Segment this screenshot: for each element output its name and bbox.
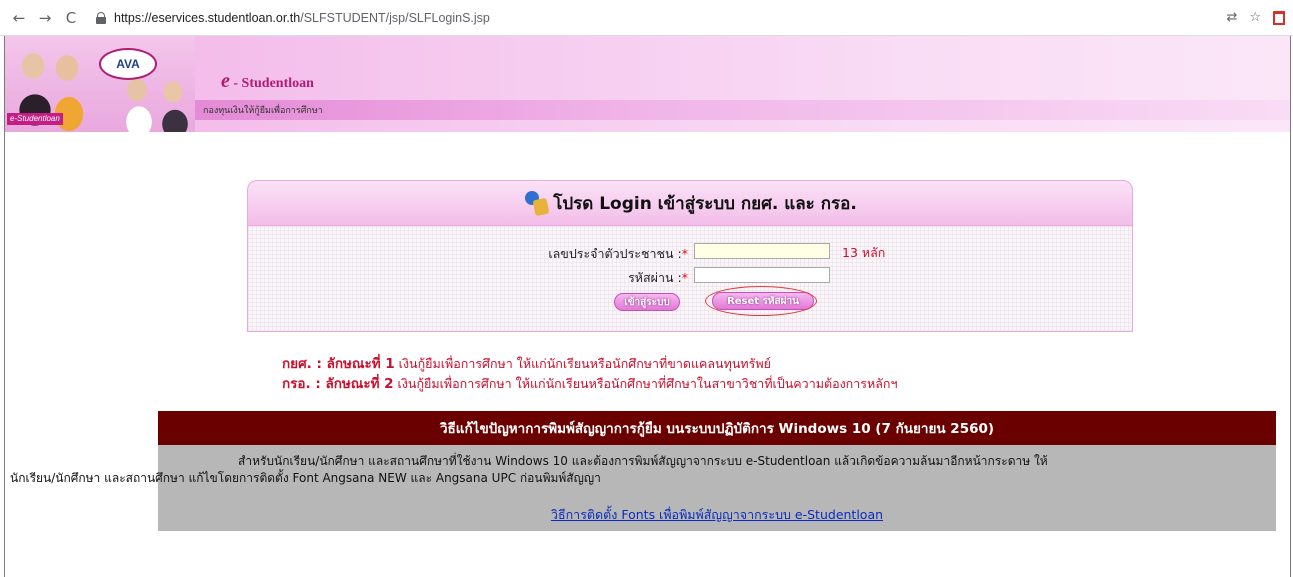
- translate-icon[interactable]: ⇄: [1226, 10, 1237, 25]
- citizen-id-label: เลขประจำตัวประชาชน :*: [438, 244, 688, 264]
- browser-toolbar: ← → C https://eservices.studentloan.or.t…: [0, 0, 1293, 36]
- password-required-mark: *: [681, 270, 688, 285]
- toolbar-right-icons: ⇄ ☆: [1226, 10, 1285, 25]
- forward-button[interactable]: →: [34, 7, 56, 29]
- address-bar[interactable]: https://eservices.studentloan.or.th/SLFS…: [96, 5, 1226, 31]
- notice-line-1: สำหรับนักเรียน/นักศึกษา และสถานศึกษาที่ใ…: [238, 454, 1048, 468]
- info-line-kro-title: กรอ. : ลักษณะที่ 2: [282, 376, 394, 392]
- site-banner: AVA e-Studentloan e - Studentloan กองทุน…: [5, 36, 1290, 132]
- url-host: https://eservices.studentloan.or.th: [114, 10, 301, 25]
- banner-strip: กองทุนเงินให้กู้ยืมเพื่อการศึกษา: [195, 100, 1290, 120]
- install-fonts-link[interactable]: วิธีการติดตั้ง Fonts เพื่อพิมพ์สัญญาจากร…: [158, 505, 1276, 525]
- site-subtitle: กองทุนเงินให้กู้ยืมเพื่อการศึกษา: [203, 106, 323, 116]
- user-key-icon: [523, 191, 549, 215]
- extension-icon[interactable]: [1273, 10, 1285, 25]
- back-arrow-icon: ←: [12, 8, 26, 27]
- info-line-kro: กรอ. : ลักษณะที่ 2 เงินกู้ยืมเพื่อการศึก…: [282, 372, 897, 394]
- org-logo: AVA: [99, 48, 157, 80]
- password-input[interactable]: [694, 267, 830, 283]
- notice-body: สำหรับนักเรียน/นักศึกษา และสถานศึกษาที่ใ…: [10, 445, 1276, 531]
- back-button[interactable]: ←: [8, 7, 30, 29]
- star-icon[interactable]: ☆: [1249, 10, 1261, 25]
- password-label: รหัสผ่าน :*: [498, 268, 688, 288]
- citizen-id-input[interactable]: [694, 243, 830, 259]
- reload-icon: C: [65, 8, 77, 27]
- citizen-id-required-mark: *: [681, 246, 688, 261]
- login-panel: โปรด Login เข้าสู่ระบบ กยศ. และ กรอ. เลข…: [247, 180, 1133, 332]
- login-title-wrap: โปรด Login เข้าสู่ระบบ กยศ. และ กรอ.: [247, 180, 1133, 226]
- page-content: AVA e-Studentloan e - Studentloan กองทุน…: [4, 36, 1291, 577]
- info-line-kyos: กยศ. : ลักษณะที่ 1 เงินกู้ยืมเพื่อการศึก…: [282, 352, 771, 374]
- password-label-text: รหัสผ่าน :: [628, 270, 682, 285]
- login-title: โปรด Login เข้าสู่ระบบ กยศ. และ กรอ.: [553, 193, 857, 214]
- info-line-kyos-text: เงินกู้ยืมเพื่อการศึกษา ให้แก่นักเรียนหร…: [394, 356, 771, 371]
- notice-text: สำหรับนักเรียน/นักศึกษา และสถานศึกษาที่ใ…: [10, 453, 1276, 487]
- citizen-id-digits-note: 13 หลัก: [842, 245, 886, 260]
- info-line-kro-text: เงินกู้ยืมเพื่อการศึกษา ให้แก่นักเรียนหร…: [393, 376, 898, 391]
- lock-icon: [96, 11, 106, 24]
- site-title-e: e: [221, 70, 230, 92]
- notice-title: วิธีแก้ไขปัญหาการพิมพ์สัญญาการกู้ยืม บนร…: [158, 411, 1276, 445]
- info-line-kyos-title: กยศ. : ลักษณะที่ 1: [282, 356, 395, 372]
- reload-button[interactable]: C: [60, 7, 82, 29]
- forward-arrow-icon: →: [38, 8, 52, 27]
- login-form: เลขประจำตัวประชาชน :* 13 หลัก รหัสผ่าน :…: [247, 226, 1133, 332]
- notice-line-2: นักเรียน/นักศึกษา และสถานศึกษา แก้ไขโดยก…: [10, 471, 601, 485]
- login-button[interactable]: เข้าสู่ระบบ: [614, 293, 680, 311]
- reset-highlight-ring: [705, 286, 817, 316]
- site-title: e - Studentloan: [221, 70, 314, 93]
- photo-tag: e-Studentloan: [7, 113, 63, 125]
- citizen-id-label-text: เลขประจำตัวประชาชน :: [548, 246, 682, 261]
- url-text: https://eservices.studentloan.or.th/SLFS…: [114, 11, 490, 25]
- url-path: /SLFSTUDENT/jsp/SLFLoginS.jsp: [300, 10, 490, 25]
- site-title-rest: - Studentloan: [229, 76, 314, 91]
